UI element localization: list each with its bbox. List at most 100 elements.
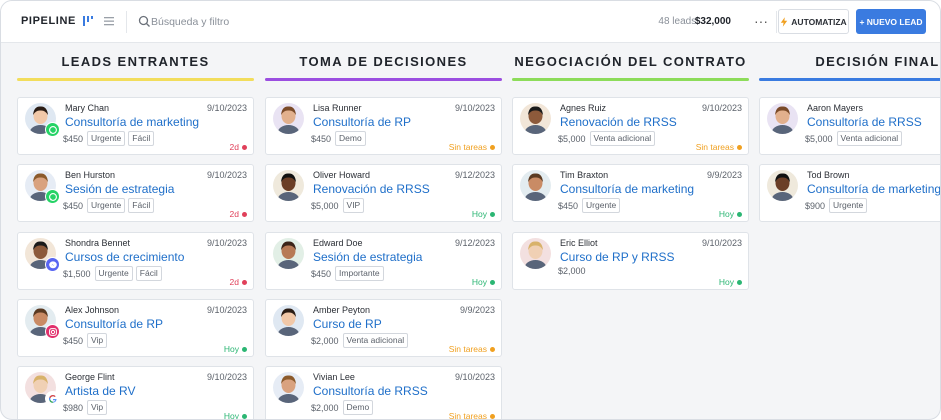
lead-date: 9/10/2023 <box>701 103 742 113</box>
lead-card[interactable]: George Flint 9/10/2023 Artista de RV $980 Vi… <box>17 366 254 420</box>
task-status: 2d <box>230 142 247 152</box>
column-color-bar <box>759 78 940 81</box>
lead-card[interactable]: Ben Hurston 9/10/2023 Sesión de estrategia… <box>17 164 254 222</box>
lead-meta: $2,000 <box>558 266 587 276</box>
lead-title-link[interactable]: Curso de RP y RRSS <box>560 250 675 264</box>
list-view-icon[interactable] <box>102 14 116 28</box>
lead-tag: Urgente <box>582 198 621 213</box>
task-status-label: Hoy <box>471 209 487 219</box>
lead-tag: Fácil <box>128 131 155 146</box>
task-status-label: Sin tareas <box>448 344 487 354</box>
task-status-label: 2d <box>229 277 239 287</box>
lead-card[interactable]: Amber Peyton 9/9/2023 Curso de RP $2,000 Ven… <box>265 299 502 357</box>
lead-title-link[interactable]: Renovación de RRSS <box>560 115 677 129</box>
task-status-label: Sin tareas <box>695 142 734 152</box>
lead-price: $5,000 <box>558 133 586 144</box>
lead-name: Amber Peyton <box>313 305 371 315</box>
status-dot-icon <box>737 144 742 150</box>
lead-title-link[interactable]: Sesión de estrategia <box>65 182 174 196</box>
messenger-icon <box>45 257 60 272</box>
automate-button[interactable]: AUTOMATIZA <box>778 9 849 34</box>
lead-card[interactable]: Aaron Mayers Consultoría de RRSS $5,000 Ven… <box>759 97 940 155</box>
task-status: Hoy <box>719 209 742 219</box>
status-dot-icon <box>242 279 247 285</box>
lead-name: Ben Hurston <box>65 170 116 180</box>
lead-price: $2,000 <box>558 266 586 276</box>
lead-title-link[interactable]: Consultoría de RP <box>65 317 163 331</box>
lead-tag: Urgente <box>829 198 868 213</box>
lead-tag: Vip <box>87 400 108 415</box>
lead-title-link[interactable]: Consultoría de marketing <box>807 182 940 196</box>
lead-date: 9/10/2023 <box>206 103 247 113</box>
lead-card[interactable]: Oliver Howard 9/12/2023 Renovación de RRSS… <box>265 164 502 222</box>
lead-card[interactable]: Lisa Runner 9/10/2023 Consultoría de RP $45… <box>265 97 502 155</box>
more-options-button[interactable]: ··· <box>749 10 773 32</box>
leads-count: 48 leads: <box>658 16 699 27</box>
lead-tag: Fácil <box>128 198 155 213</box>
lead-date: 9/9/2023 <box>706 170 742 180</box>
lead-meta: $450 Urgente Fácil <box>63 131 155 146</box>
lead-title-link[interactable]: Consultoría de RRSS <box>313 384 428 398</box>
status-dot-icon <box>490 346 495 352</box>
top-toolbar: PIPELINE 48 leads: $32,000 ··· <box>1 1 940 43</box>
lead-meta: $900 Urgente <box>805 198 868 213</box>
lead-title-link[interactable]: Consultoría de RP <box>313 115 411 129</box>
lead-price: $2,000 <box>311 402 339 413</box>
lead-title-link[interactable]: Renovación de RRSS <box>313 182 430 196</box>
task-status-label: 2d <box>229 142 239 152</box>
lead-name: Tod Brown <box>807 170 850 180</box>
lead-date: 9/12/2023 <box>454 238 495 248</box>
lead-meta: $450 Urgente Fácil <box>63 198 155 213</box>
lead-name: Oliver Howard <box>313 170 371 180</box>
lead-title-link[interactable]: Artista de RV <box>65 384 135 398</box>
lead-name: Tim Braxton <box>560 170 609 180</box>
status-dot-icon <box>737 211 742 217</box>
lead-meta: $450 Vip <box>63 333 108 348</box>
lead-card[interactable]: Alex Johnson 9/10/2023 Consultoría de RP $4… <box>17 299 254 357</box>
lead-price: $450 <box>63 335 84 346</box>
task-status-label: Hoy <box>471 277 487 287</box>
lead-title-link[interactable]: Consultoría de marketing <box>65 115 199 129</box>
avatar <box>767 170 798 201</box>
lead-title-link[interactable]: Consultoría de marketing <box>560 182 694 196</box>
lead-name: Eric Elliot <box>560 238 598 248</box>
lead-card[interactable]: Mary Chan 9/10/2023 Consultoría de marketi… <box>17 97 254 155</box>
avatar <box>273 238 304 269</box>
lead-tag: Importante <box>335 266 384 281</box>
lead-title-link[interactable]: Sesión de estrategia <box>313 250 422 264</box>
avatar <box>273 170 304 201</box>
lead-tag: Fácil <box>135 266 162 281</box>
status-dot-icon <box>242 346 247 352</box>
toolbar-divider <box>126 11 127 33</box>
lead-title-link[interactable]: Consultoría de RRSS <box>807 115 922 129</box>
task-status: Hoy <box>224 344 247 354</box>
task-status: Hoy <box>472 209 495 219</box>
lead-price: $450 <box>311 268 332 279</box>
task-status-label: Hoy <box>223 411 239 420</box>
lead-title-link[interactable]: Curso de RP <box>313 317 382 331</box>
lead-card[interactable]: Tod Brown Consultoría de marketing $900 Urg… <box>759 164 940 222</box>
lead-date: 9/10/2023 <box>206 238 247 248</box>
lead-card[interactable]: Vivian Lee 9/10/2023 Consultoría de RRSS $2… <box>265 366 502 419</box>
task-status-label: 2d <box>229 209 239 219</box>
lead-card[interactable]: Tim Braxton 9/9/2023 Consultoría de market… <box>512 164 749 222</box>
lead-date: 9/10/2023 <box>701 238 742 248</box>
search-input[interactable] <box>151 13 351 31</box>
task-status: 2d <box>230 277 247 287</box>
task-status: Sin tareas <box>449 344 495 354</box>
lead-card[interactable]: Edward Doe 9/12/2023 Sesión de estrategia $… <box>265 232 502 290</box>
lead-price: $450 <box>63 133 84 144</box>
lead-card[interactable]: Shondra Bennet 9/10/2023 Cursos de crecimi… <box>17 232 254 290</box>
lead-card[interactable]: Agnes Ruiz 9/10/2023 Renovación de RRSS $5,… <box>512 97 749 155</box>
lead-name: Shondra Bennet <box>65 238 131 248</box>
new-lead-button[interactable]: + NUEVO LEAD <box>856 9 926 34</box>
lead-meta: $5,000 Venta adicional <box>805 131 903 146</box>
lead-tag: VIP <box>342 198 365 213</box>
pipeline-window: PIPELINE 48 leads: $32,000 ··· <box>0 0 941 420</box>
lead-card[interactable]: Eric Elliot 9/10/2023 Curso de RP y RRSS $2… <box>512 232 749 290</box>
lead-tag: Venta adicional <box>589 131 656 146</box>
status-dot-icon <box>242 413 247 419</box>
kanban-view-icon[interactable] <box>81 14 95 28</box>
lead-meta: $450 Demo <box>311 131 366 146</box>
lead-title-link[interactable]: Cursos de crecimiento <box>65 250 184 264</box>
